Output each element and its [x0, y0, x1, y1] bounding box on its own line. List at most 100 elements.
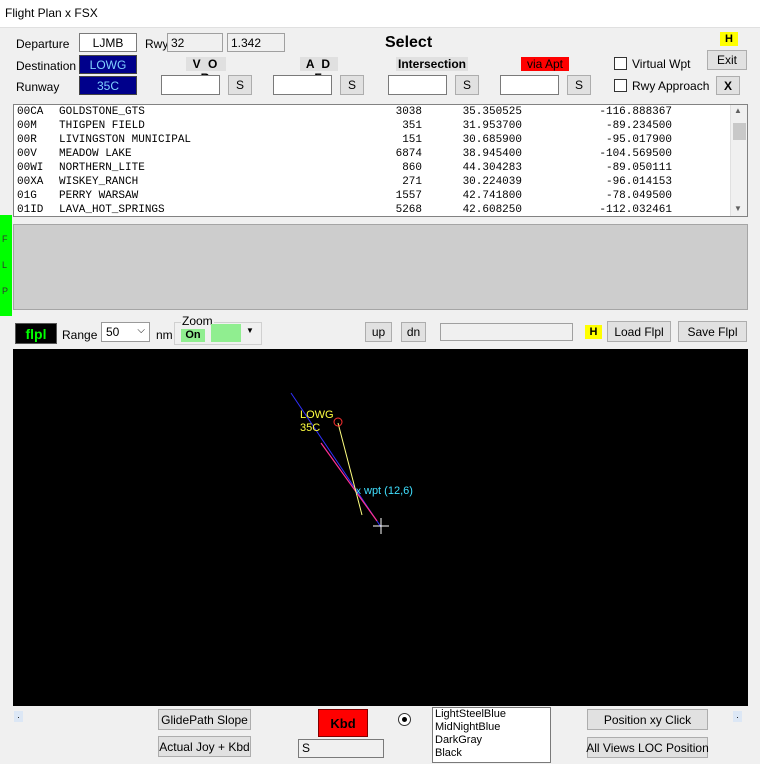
airport-elevation: 1557: [395, 190, 422, 202]
via-apt-input[interactable]: [500, 75, 559, 95]
actual-joy-kbd-button[interactable]: Actual Joy + Kbd: [158, 736, 251, 757]
help-badge-top[interactable]: H: [720, 32, 738, 46]
map-waypoint-label: wpt (12,6): [364, 485, 413, 497]
airport-elevation: 5268: [395, 204, 422, 216]
airport-code: 01ID: [17, 204, 44, 216]
airport-longitude: -89.050111: [605, 162, 672, 174]
rwy-value-field[interactable]: 1.342: [227, 33, 285, 52]
airport-latitude: 31.953700: [462, 120, 522, 132]
rwy-approach-checkbox[interactable]: [614, 79, 627, 92]
zoom-color-swatch[interactable]: [211, 324, 241, 342]
airport-list[interactable]: 00CA GOLDSTONE_GTS 3038 35.350525 -116.88836…: [13, 104, 748, 217]
scroll-down-icon[interactable]: ▼: [734, 204, 742, 213]
airport-longitude: -112.032461: [599, 204, 672, 216]
right-dot-indicator[interactable]: .: [733, 711, 742, 722]
airport-elevation: 6874: [395, 148, 422, 160]
scroll-thumb[interactable]: [733, 123, 746, 140]
list-item[interactable]: 00R LIVINGSTON MUNICIPAL 151 30.685900 -95.0…: [14, 133, 747, 147]
vor-input[interactable]: [161, 75, 220, 95]
airport-name: NORTHERN_LITE: [59, 162, 145, 174]
color-list[interactable]: LightSteelBlue MidNightBlue DarkGray Black: [432, 707, 551, 763]
flpl-display[interactable]: flpl: [15, 323, 57, 344]
airport-name: PERRY WARSAW: [59, 190, 139, 202]
runway-field[interactable]: 35C: [79, 76, 137, 95]
range-label: Range: [62, 328, 98, 342]
via-apt-search-button[interactable]: S: [567, 75, 591, 95]
rwy-approach-label: Rwy Approach: [632, 79, 710, 93]
left-dot-indicator[interactable]: .: [14, 711, 23, 722]
position-xy-click-button[interactable]: Position xy Click: [587, 709, 708, 730]
map-runway-label: 35C: [300, 422, 321, 434]
airport-elevation: 151: [402, 134, 422, 146]
info-panel: [13, 224, 748, 310]
title-bar: Flight Plan x FSX: [0, 0, 760, 28]
departure-field[interactable]: LJMB: [79, 33, 137, 52]
departure-label: Departure: [16, 37, 70, 51]
scroll-up-icon[interactable]: ▲: [734, 106, 742, 115]
airport-longitude: -104.569500: [599, 148, 672, 160]
map-canvas[interactable]: x LOWG 35C wpt (12,6): [13, 349, 748, 706]
list-item[interactable]: 01ID LAVA_HOT_SPRINGS 5268 42.608250 -112.03…: [14, 203, 747, 216]
airport-latitude: 38.945400: [462, 148, 522, 160]
intersection-input[interactable]: [388, 75, 447, 95]
range-value: 50: [106, 325, 120, 339]
list-item[interactable]: 00V MEADOW LAKE 6874 38.945400 -104.569500: [14, 147, 747, 161]
up-button[interactable]: up: [365, 322, 392, 342]
range-select[interactable]: 50 ⌵: [101, 322, 150, 342]
list-scrollbar[interactable]: ▲ ▼: [730, 105, 747, 216]
kbd-input[interactable]: S: [298, 739, 384, 758]
radio-button[interactable]: [398, 713, 411, 726]
close-x-button[interactable]: X: [716, 76, 740, 95]
flp-side-tab[interactable]: F L P: [0, 215, 12, 316]
all-views-loc-position-button[interactable]: All Views LOC Position: [586, 737, 709, 758]
list-item[interactable]: 00XA WISKEY_RANCH 271 30.224039 -96.014153: [14, 175, 747, 189]
airport-elevation: 271: [402, 176, 422, 188]
load-flpl-button[interactable]: Load Flpl: [607, 321, 671, 342]
list-item[interactable]: 00WI NORTHERN_LITE 860 44.304283 -89.050111: [14, 161, 747, 175]
color-list-item[interactable]: LightSteelBlue: [433, 708, 550, 721]
window-title: Flight Plan x FSX: [5, 6, 98, 20]
vor-header: V O R: [186, 57, 226, 85]
select-heading: Select: [385, 34, 433, 51]
help-badge-toolbar[interactable]: H: [585, 325, 602, 339]
vor-search-button[interactable]: S: [228, 75, 252, 95]
list-item[interactable]: 00M THIGPEN FIELD 351 31.953700 -89.234500: [14, 119, 747, 133]
exit-button[interactable]: Exit: [707, 50, 747, 70]
destination-field[interactable]: LOWG: [79, 55, 137, 74]
side-tab-f: F: [2, 234, 8, 244]
airport-longitude: -96.014153: [605, 176, 672, 188]
airport-code: 00R: [17, 134, 37, 146]
intersection-search-button[interactable]: S: [455, 75, 479, 95]
adf-search-button[interactable]: S: [340, 75, 364, 95]
virtual-wpt-checkbox[interactable]: [614, 57, 627, 70]
track-line-pink: [320, 442, 378, 522]
airport-longitude: -95.017900: [605, 134, 672, 146]
airport-latitude: 42.741800: [462, 190, 522, 202]
zoom-dropdown-arrow-icon[interactable]: ▼: [246, 326, 254, 335]
color-list-item[interactable]: DarkGray: [433, 734, 550, 747]
zoom-label: Zoom: [181, 314, 214, 328]
adf-input[interactable]: [273, 75, 332, 95]
nm-label: nm: [156, 328, 173, 342]
zoom-on-toggle[interactable]: On: [181, 329, 205, 342]
map-airport-label: LOWG: [300, 409, 334, 421]
list-item[interactable]: 00CA GOLDSTONE_GTS 3038 35.350525 -116.88836…: [14, 105, 747, 119]
side-tab-l: L: [2, 260, 8, 270]
glidepath-slope-button[interactable]: GlidePath Slope: [158, 709, 251, 730]
color-list-item[interactable]: Black: [433, 747, 550, 760]
flight-plan-name-field[interactable]: [440, 323, 573, 341]
color-list-item[interactable]: MidNightBlue: [433, 721, 550, 734]
airport-elevation: 3038: [395, 106, 422, 118]
airport-latitude: 42.608250: [462, 204, 522, 216]
airport-code: 00M: [17, 120, 37, 132]
airport-name: LAVA_HOT_SPRINGS: [59, 204, 165, 216]
list-item[interactable]: 01G PERRY WARSAW 1557 42.741800 -78.049500: [14, 189, 747, 203]
save-flpl-button[interactable]: Save Flpl: [678, 321, 747, 342]
airport-longitude: -78.049500: [605, 190, 672, 202]
virtual-wpt-label: Virtual Wpt: [632, 57, 691, 71]
kbd-button[interactable]: Kbd: [318, 709, 368, 737]
destination-label: Destination: [16, 59, 77, 73]
rwy-number-field[interactable]: 32: [167, 33, 223, 52]
dn-button[interactable]: dn: [401, 322, 426, 342]
range-chevron-down-icon[interactable]: ⌵: [137, 325, 145, 336]
